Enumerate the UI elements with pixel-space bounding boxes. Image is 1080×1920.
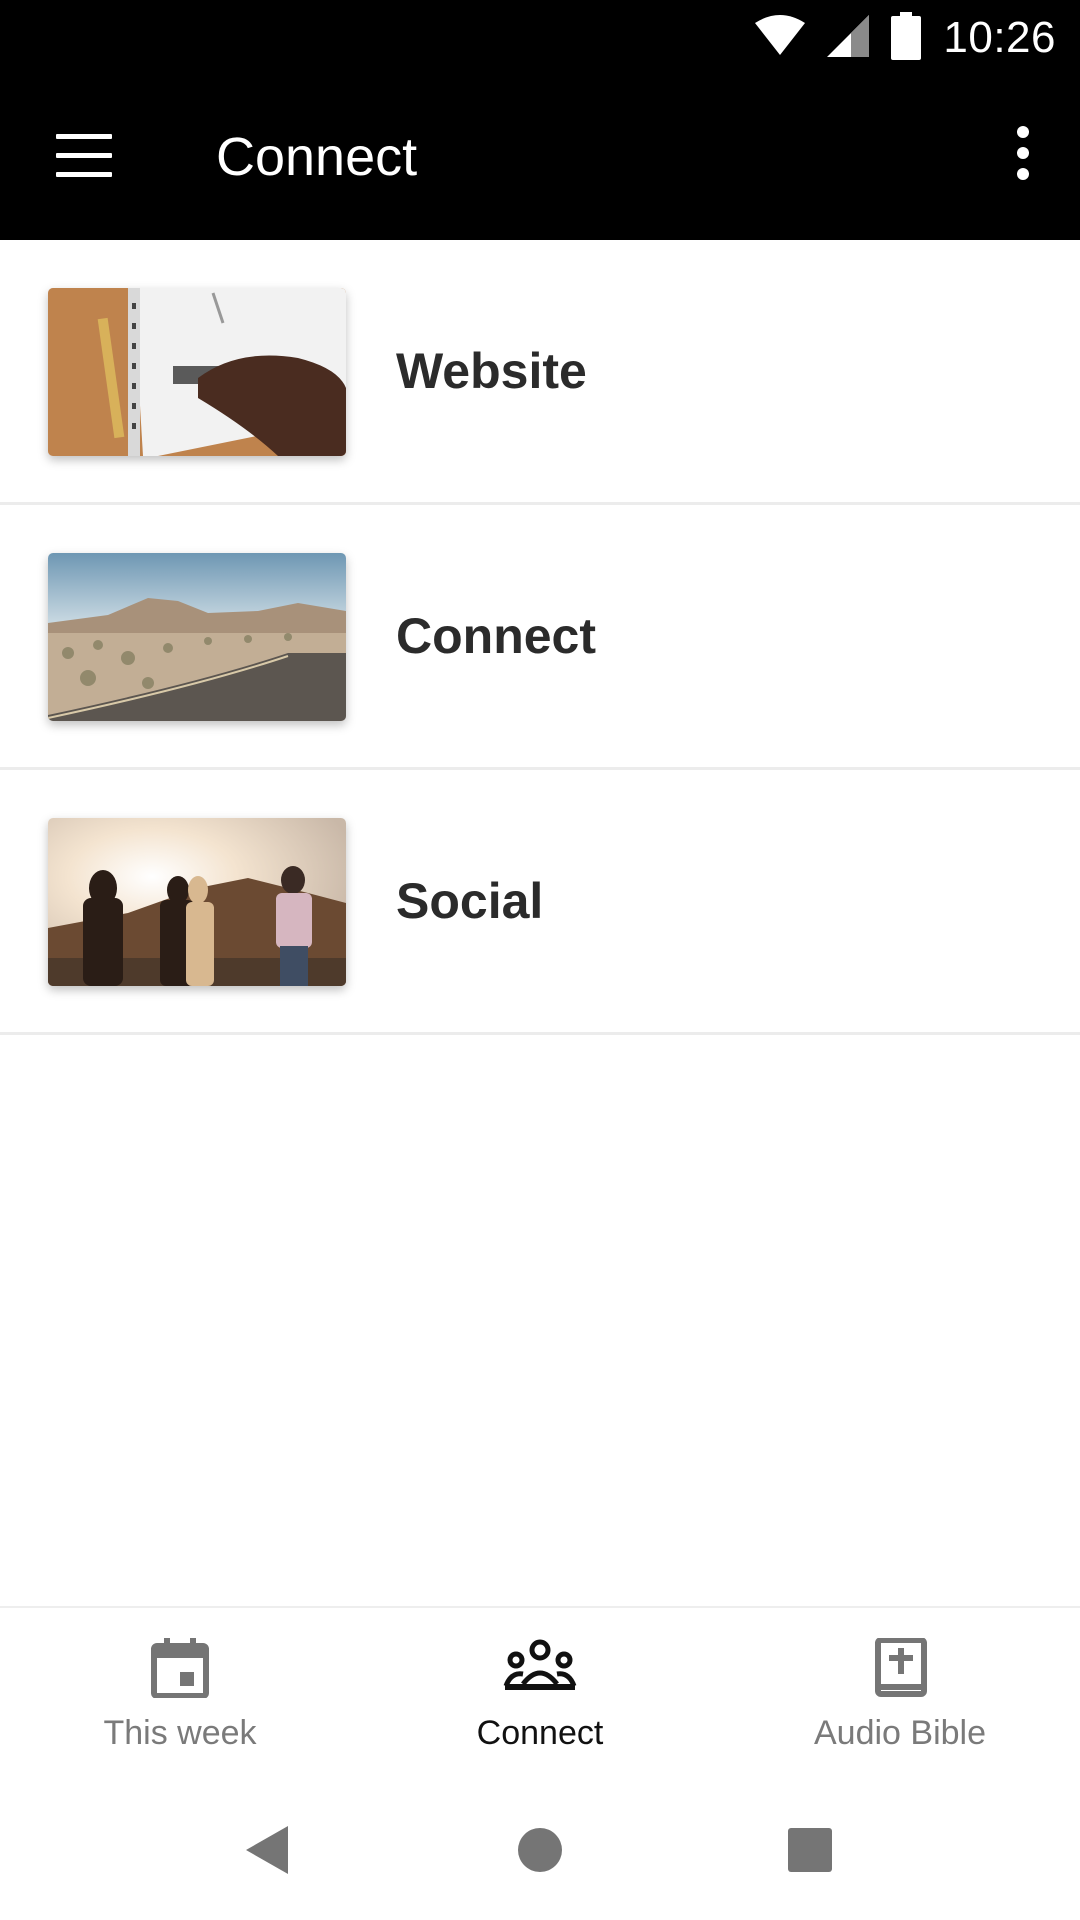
home-icon[interactable] <box>510 1820 570 1880</box>
cell-signal-icon <box>827 14 870 62</box>
status-time: 10:26 <box>943 13 1056 62</box>
nav-connect[interactable]: Connect <box>360 1608 720 1778</box>
people-sunset-photo <box>48 818 346 986</box>
back-icon[interactable] <box>238 1820 298 1880</box>
notebook-writing-photo <box>48 288 346 456</box>
list-item-label: Website <box>396 343 587 399</box>
calendar-icon <box>150 1638 210 1699</box>
status-bar: 10:26 <box>0 0 1080 76</box>
desert-road-photo <box>48 553 346 721</box>
list-item-label: Social <box>396 873 544 929</box>
recents-icon[interactable] <box>780 1820 840 1880</box>
battery-icon <box>891 11 922 65</box>
nav-audio-bible[interactable]: Audio Bible <box>720 1608 1080 1778</box>
bible-book-icon <box>870 1637 930 1698</box>
page-title: Connect <box>216 127 418 187</box>
nav-label: This week <box>103 1714 257 1752</box>
list-item-website[interactable]: Website <box>0 240 1080 505</box>
hamburger-menu-icon[interactable] <box>56 134 112 178</box>
nav-label: Audio Bible <box>813 1714 986 1752</box>
nav-this-week[interactable]: This week <box>0 1608 360 1778</box>
nav-label: Connect <box>476 1714 604 1752</box>
wifi-icon <box>755 14 806 62</box>
connect-list: Website Connect Social <box>0 240 1080 1035</box>
status-icons: 10:26 <box>755 11 1056 65</box>
bottom-navigation: This week Connect Audio Bible <box>0 1606 1080 1778</box>
system-navigation <box>0 1776 1080 1920</box>
list-item-connect[interactable]: Connect <box>0 505 1080 770</box>
list-item-label: Connect <box>396 608 596 664</box>
more-vert-icon[interactable] <box>1008 126 1038 186</box>
app-bar: Connect <box>0 76 1080 240</box>
list-item-social[interactable]: Social <box>0 770 1080 1035</box>
group-icon <box>503 1638 577 1698</box>
